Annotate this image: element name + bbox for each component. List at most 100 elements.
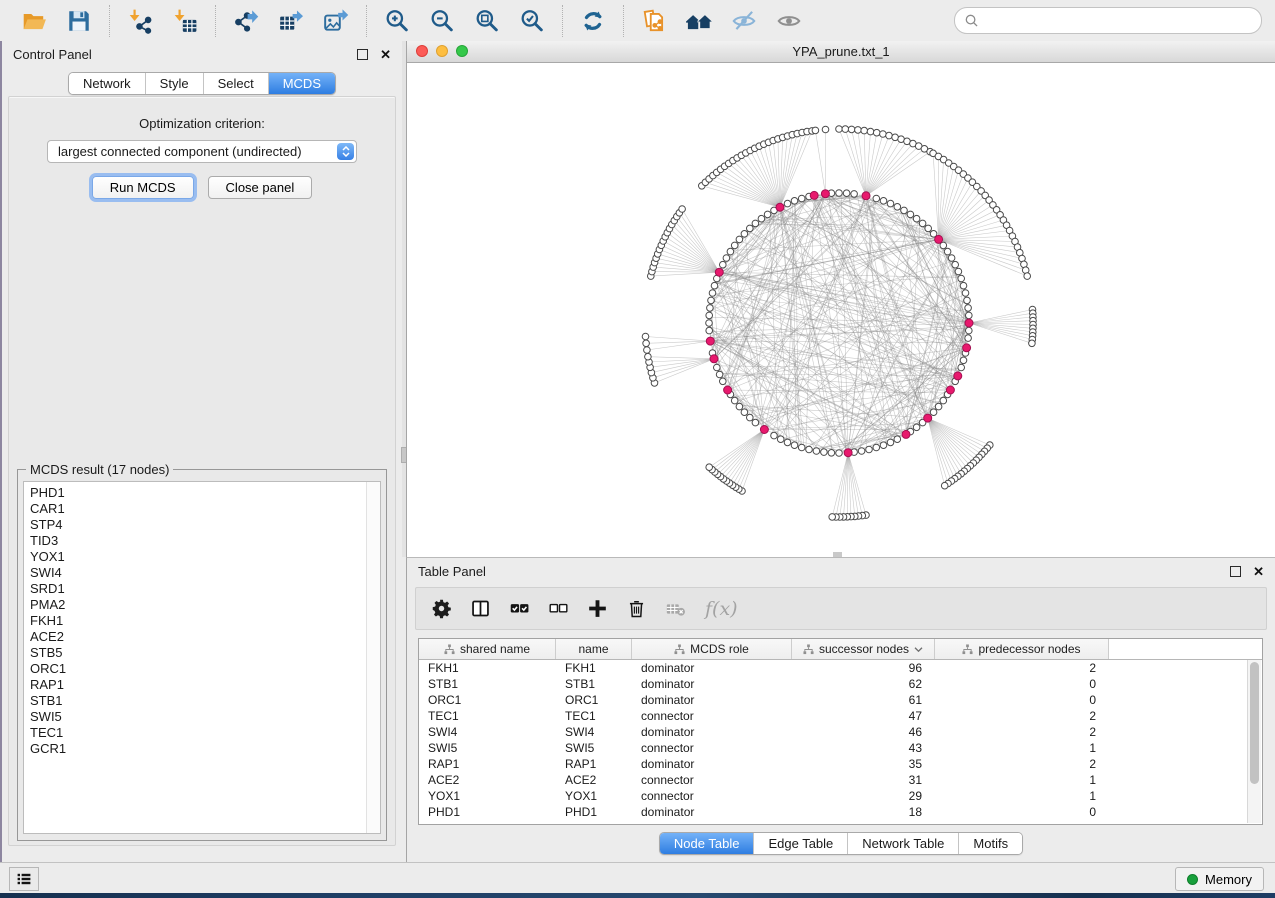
tab-motifs[interactable]: Motifs	[959, 833, 1022, 854]
network-node[interactable]	[707, 305, 714, 312]
table-row[interactable]: YOX1YOX1connector291	[419, 788, 1262, 804]
network-node[interactable]	[720, 378, 727, 385]
mcds-hub-node[interactable]	[724, 386, 732, 394]
leaf-node[interactable]	[836, 126, 843, 133]
leaf-node[interactable]	[886, 132, 893, 139]
network-node[interactable]	[913, 215, 920, 222]
export-network-button[interactable]	[231, 6, 261, 36]
hide-selected-button[interactable]	[729, 6, 759, 36]
network-node[interactable]	[873, 195, 880, 202]
mcds-hub-node[interactable]	[902, 430, 910, 438]
network-node[interactable]	[736, 236, 743, 243]
mcds-hub-node[interactable]	[810, 191, 818, 199]
result-list-item[interactable]: SWI4	[30, 565, 380, 581]
mcds-hub-node[interactable]	[776, 203, 784, 211]
leaf-node[interactable]	[642, 333, 649, 340]
network-node[interactable]	[948, 255, 955, 262]
result-list-item[interactable]: TEC1	[30, 725, 380, 741]
memory-button[interactable]: Memory	[1175, 867, 1264, 891]
network-node[interactable]	[741, 231, 748, 238]
network-node[interactable]	[958, 275, 965, 282]
table-row[interactable]: ORC1ORC1dominator610	[419, 692, 1262, 708]
search-input[interactable]	[984, 12, 1251, 29]
tab-network[interactable]: Network	[69, 73, 146, 94]
table-scrollbar[interactable]	[1247, 660, 1261, 823]
network-node[interactable]	[887, 439, 894, 446]
result-list-item[interactable]: ORC1	[30, 661, 380, 677]
settings-gear-button[interactable]	[431, 598, 452, 619]
network-node[interactable]	[913, 424, 920, 431]
export-table-button[interactable]	[276, 6, 306, 36]
network-node[interactable]	[736, 403, 743, 410]
network-node[interactable]	[716, 371, 723, 378]
leaf-node[interactable]	[644, 347, 651, 354]
close-panel-button[interactable]: Close panel	[208, 176, 313, 199]
result-list-item[interactable]: ACE2	[30, 629, 380, 645]
network-node[interactable]	[940, 397, 947, 404]
select-all-button[interactable]	[509, 598, 530, 619]
first-neighbors-button[interactable]	[684, 6, 714, 36]
network-node[interactable]	[791, 442, 798, 449]
mcds-hub-node[interactable]	[946, 386, 954, 394]
leaf-node[interactable]	[848, 126, 855, 133]
network-node[interactable]	[747, 225, 754, 232]
import-table-button[interactable]	[170, 6, 200, 36]
mcds-hub-node[interactable]	[760, 426, 768, 434]
network-node[interactable]	[709, 290, 716, 297]
column-header-predecessor-nodes[interactable]: predecessor nodes	[935, 639, 1109, 659]
float-table-panel-icon[interactable]	[1230, 566, 1241, 577]
table-row[interactable]: RAP1RAP1dominator352	[419, 756, 1262, 772]
network-node[interactable]	[798, 195, 805, 202]
zoom-fit-button[interactable]	[472, 6, 502, 36]
column-header-name[interactable]: name	[556, 639, 632, 659]
optimization-criterion-select[interactable]: largest connected component (undirected)	[47, 140, 357, 163]
close-window-icon[interactable]	[416, 45, 428, 57]
column-header-successor-nodes[interactable]: successor nodes	[792, 639, 935, 659]
network-node[interactable]	[806, 446, 813, 453]
network-node[interactable]	[836, 190, 843, 197]
mcds-hub-node[interactable]	[924, 414, 932, 422]
mcds-hub-node[interactable]	[710, 355, 718, 363]
mcds-hub-node[interactable]	[844, 449, 852, 457]
zoom-out-button[interactable]	[427, 6, 457, 36]
network-node[interactable]	[952, 261, 959, 268]
network-node[interactable]	[741, 409, 748, 416]
network-node[interactable]	[960, 357, 967, 364]
leaf-node[interactable]	[706, 464, 713, 471]
result-list-item[interactable]: TID3	[30, 533, 380, 549]
network-node[interactable]	[813, 448, 820, 455]
result-list-scrollbar[interactable]	[366, 482, 380, 833]
close-table-panel-icon[interactable]: ✕	[1253, 565, 1264, 578]
mcds-hub-node[interactable]	[706, 337, 714, 345]
leaf-node[interactable]	[855, 127, 862, 134]
network-node[interactable]	[958, 364, 965, 371]
network-node[interactable]	[964, 297, 971, 304]
maximize-window-icon[interactable]	[456, 45, 468, 57]
run-mcds-button[interactable]: Run MCDS	[92, 176, 194, 199]
leaf-node[interactable]	[829, 514, 836, 521]
network-node[interactable]	[960, 282, 967, 289]
network-node[interactable]	[747, 414, 754, 421]
leaf-node[interactable]	[842, 126, 849, 133]
leaf-node[interactable]	[822, 126, 829, 133]
close-panel-icon[interactable]: ✕	[380, 48, 391, 61]
network-window-titlebar[interactable]: YPA_prune.txt_1	[407, 41, 1275, 63]
result-list-item[interactable]: STB5	[30, 645, 380, 661]
minimize-window-icon[interactable]	[436, 45, 448, 57]
network-node[interactable]	[711, 282, 718, 289]
table-row[interactable]: SWI5SWI5connector431	[419, 740, 1262, 756]
mcds-hub-node[interactable]	[821, 190, 829, 198]
network-node[interactable]	[935, 403, 942, 410]
network-canvas[interactable]	[407, 63, 1275, 557]
mcds-hub-node[interactable]	[715, 268, 723, 276]
leaf-node[interactable]	[941, 482, 948, 489]
tab-mcds[interactable]: MCDS	[269, 73, 335, 94]
network-node[interactable]	[752, 220, 759, 227]
network-node[interactable]	[919, 220, 926, 227]
network-node[interactable]	[907, 211, 914, 218]
network-node[interactable]	[930, 409, 937, 416]
network-node[interactable]	[723, 255, 730, 262]
mcds-hub-node[interactable]	[862, 192, 870, 200]
network-node[interactable]	[777, 436, 784, 443]
column-header-MCDS-role[interactable]: MCDS role	[632, 639, 792, 659]
